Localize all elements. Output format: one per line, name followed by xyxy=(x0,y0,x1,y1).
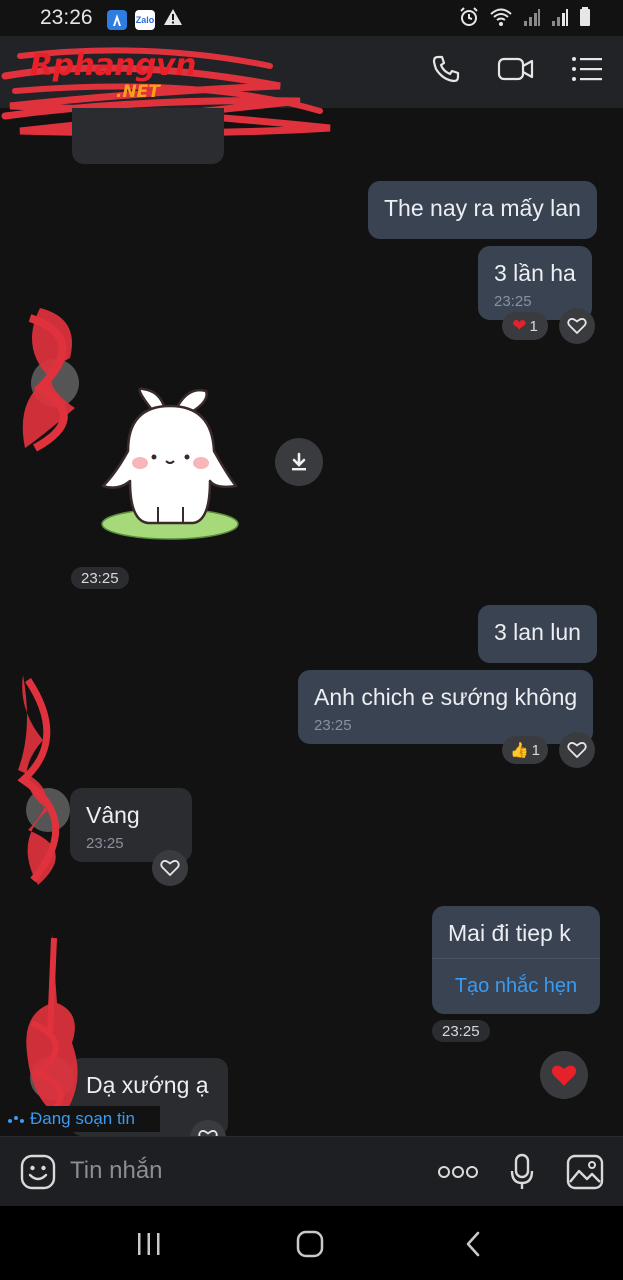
message-text: Vâng xyxy=(86,802,140,828)
download-icon xyxy=(292,452,306,471)
heart-react-button[interactable] xyxy=(152,850,188,886)
reaction-badge[interactable]: ❤ 1 xyxy=(502,312,548,340)
partial-message-bubble xyxy=(72,108,224,164)
zalo-icon: Zalo xyxy=(135,9,155,30)
message-time: 23:25 xyxy=(494,293,532,310)
status-time: 23:26 xyxy=(40,6,93,29)
system-nav-bar xyxy=(0,1206,623,1280)
message-bubble-outgoing[interactable]: 3 lan lun xyxy=(478,605,597,663)
bunny-sticker[interactable] xyxy=(98,381,243,546)
chat-header: Rphangvn .NET xyxy=(0,36,623,137)
status-bar: 23:26 Zalo xyxy=(0,0,623,36)
signal-icon xyxy=(551,7,569,32)
typing-text: Đang soạn tin xyxy=(30,1109,135,1128)
message-time: 23:25 xyxy=(71,567,129,589)
header-actions xyxy=(431,54,603,89)
message-time: 23:25 xyxy=(432,1020,490,1042)
download-button[interactable] xyxy=(275,438,323,486)
message-text: Mai đi tiep k xyxy=(448,920,571,946)
message-bubble-outgoing[interactable]: Mai đi tiep k Tạo nhắc hẹn xyxy=(432,906,600,1014)
message-time: 23:25 xyxy=(314,717,352,734)
heart-reaction-icon: ❤ xyxy=(512,316,527,335)
heart-react-button[interactable] xyxy=(559,308,595,344)
create-reminder-link[interactable]: Tạo nhắc hẹn xyxy=(432,958,600,1014)
message-time: 23:25 xyxy=(86,835,124,852)
battery-icon xyxy=(579,7,591,32)
message-bubble-outgoing[interactable]: The nay ra mấy lan xyxy=(368,181,597,239)
more-icon[interactable] xyxy=(438,1165,478,1184)
thumbs-up-reaction-icon: 👍 xyxy=(509,742,529,759)
heart-outline-icon xyxy=(160,860,180,876)
alarm-icon xyxy=(459,7,479,32)
watermark-suffix: .NET xyxy=(116,82,160,102)
video-call-icon[interactable] xyxy=(497,55,535,88)
message-input[interactable]: Tin nhắn xyxy=(70,1157,163,1185)
home-icon[interactable] xyxy=(296,1230,324,1263)
status-icons-right xyxy=(459,7,591,32)
message-text: 3 lần ha xyxy=(494,260,576,286)
heart-outline-icon xyxy=(567,742,587,758)
warning-icon xyxy=(163,8,183,31)
typing-dots-icon xyxy=(8,1115,24,1123)
redacted-avatar xyxy=(22,308,79,452)
message-text: The nay ra mấy lan xyxy=(384,195,581,221)
reaction-badge[interactable]: 👍 1 xyxy=(502,736,548,764)
message-text: Dạ xướng ạ xyxy=(86,1072,209,1098)
microphone-icon[interactable] xyxy=(509,1153,535,1196)
status-icons-left: Zalo xyxy=(107,8,183,31)
reaction-count: 1 xyxy=(531,741,541,759)
zalo-label: Zalo xyxy=(135,14,155,25)
menu-icon[interactable] xyxy=(571,56,603,87)
emoji-icon[interactable] xyxy=(20,1154,56,1195)
message-list[interactable]: The nay ra mấy lan 3 lần ha 23:25 ❤ 1 23… xyxy=(0,108,623,1136)
image-icon[interactable] xyxy=(566,1154,604,1195)
reaction-count: 1 xyxy=(529,317,538,335)
wifi-icon xyxy=(489,7,513,32)
back-icon[interactable] xyxy=(464,1231,482,1262)
heart-outline-icon xyxy=(198,1130,218,1136)
message-text: 3 lan lun xyxy=(494,619,581,645)
watermark-brand: Rphangvn xyxy=(30,48,196,83)
composer: Tin nhắn xyxy=(0,1136,623,1206)
app-icon xyxy=(107,9,127,30)
recents-icon[interactable] xyxy=(136,1232,162,1261)
heart-outline-icon xyxy=(567,318,587,334)
message-text: Anh chich e sướng không xyxy=(314,684,578,710)
phone-icon[interactable] xyxy=(431,54,461,89)
heart-react-button[interactable] xyxy=(559,732,595,768)
signal-icon xyxy=(523,7,541,32)
heart-icon xyxy=(551,1065,577,1086)
typing-indicator: Đang soạn tin xyxy=(0,1106,160,1132)
quick-heart-button[interactable] xyxy=(540,1051,588,1099)
message-bubble-outgoing[interactable]: Anh chich e sướng không 23:25 xyxy=(298,670,594,744)
